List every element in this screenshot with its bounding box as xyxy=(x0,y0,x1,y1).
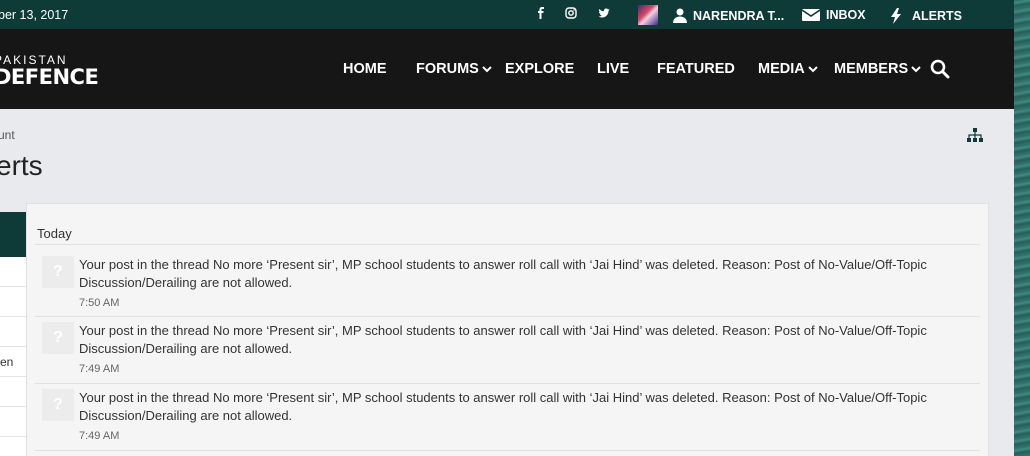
alerts-panel: Today ? Your post in the thread No more … xyxy=(26,203,989,456)
sitemap-icon[interactable] xyxy=(967,128,983,147)
sidebar-item-active[interactable] xyxy=(0,212,26,257)
divider xyxy=(35,450,980,451)
alert-avatar: ? xyxy=(42,256,74,288)
alert-avatar: ? xyxy=(42,322,74,354)
alert-item[interactable]: ? Your post in the thread No more ‘Prese… xyxy=(35,312,980,378)
user-name: NARENDRA T... xyxy=(693,8,785,23)
sidebar-item[interactable] xyxy=(0,377,26,407)
sidebar-item-label: en xyxy=(0,355,14,369)
background-strip xyxy=(1014,0,1030,456)
nav-featured-label: FEATURED xyxy=(657,61,735,77)
nav-live-label: LIVE xyxy=(597,61,630,77)
sidebar-item[interactable] xyxy=(0,407,26,437)
nav-explore-label: EXPLORE xyxy=(505,61,575,77)
alert-avatar: ? xyxy=(42,389,74,421)
page-title: erts xyxy=(0,150,43,181)
sidebar-item[interactable] xyxy=(0,287,26,317)
nav-explore[interactable]: EXPLORE xyxy=(505,61,574,77)
divider xyxy=(35,244,980,245)
nav-forums-label: FORUMS xyxy=(416,61,479,77)
alert-time: 7:49 AM xyxy=(79,363,120,375)
sidebar-item[interactable]: en xyxy=(0,347,26,377)
envelope-icon xyxy=(802,9,820,21)
nav-live[interactable]: LIVE xyxy=(597,61,629,77)
nav-home[interactable]: HOME xyxy=(343,61,387,77)
user-avatar[interactable] xyxy=(638,5,658,25)
alerts-label: ALERTS xyxy=(912,9,962,23)
alert-text[interactable]: Your post in the thread No more ‘Present… xyxy=(79,389,979,425)
top-bar: ber 13, 2017 NARENDRA T... INBOX ALERTS xyxy=(0,0,1014,29)
logo-line2: DEFENCE xyxy=(0,65,99,89)
search-icon[interactable] xyxy=(930,59,950,84)
nav-home-label: HOME xyxy=(343,61,387,77)
alert-text[interactable]: Your post in the thread No more ‘Present… xyxy=(79,256,979,292)
instagram-icon[interactable] xyxy=(565,7,577,19)
user-menu[interactable]: NARENDRA T... xyxy=(673,8,784,23)
inbox-label: INBOX xyxy=(826,8,866,22)
bolt-icon xyxy=(891,8,901,24)
nav-media-label: MEDIA xyxy=(758,61,805,77)
current-date: ber 13, 2017 xyxy=(0,8,69,22)
alert-item[interactable]: ? Your post in the thread No more ‘Prese… xyxy=(35,246,980,312)
sidebar-item[interactable] xyxy=(0,257,26,287)
nav-members[interactable]: MEMBERS xyxy=(834,61,921,77)
nav-forums[interactable]: FORUMS xyxy=(416,61,492,77)
chevron-down-icon xyxy=(911,66,921,73)
chevron-down-icon xyxy=(482,66,492,73)
nav-members-label: MEMBERS xyxy=(834,61,909,77)
alert-item[interactable]: ? Your post in the thread No more ‘Prese… xyxy=(35,379,980,445)
site-logo[interactable]: PAKISTAN DEFENCE xyxy=(0,54,99,89)
alerts-link[interactable]: ALERTS xyxy=(891,8,962,24)
sidebar-item[interactable] xyxy=(0,317,26,347)
facebook-icon[interactable] xyxy=(535,7,547,19)
twitter-icon[interactable] xyxy=(598,7,610,19)
nav-featured[interactable]: FEATURED xyxy=(657,61,735,77)
nav-media[interactable]: MEDIA xyxy=(758,61,818,77)
inbox-link[interactable]: INBOX xyxy=(802,8,866,22)
alert-time: 7:49 AM xyxy=(79,430,120,442)
chevron-down-icon xyxy=(808,66,818,73)
account-sidebar: en xyxy=(0,212,26,456)
alerts-day-heading: Today xyxy=(37,226,72,241)
alert-time: 7:50 AM xyxy=(79,297,120,309)
breadcrumb[interactable]: unt xyxy=(0,128,15,142)
user-icon xyxy=(673,8,687,23)
alert-text[interactable]: Your post in the thread No more ‘Present… xyxy=(79,322,979,358)
main-header: PAKISTAN DEFENCE HOME FORUMS EXPLORE LIV… xyxy=(0,29,1014,109)
